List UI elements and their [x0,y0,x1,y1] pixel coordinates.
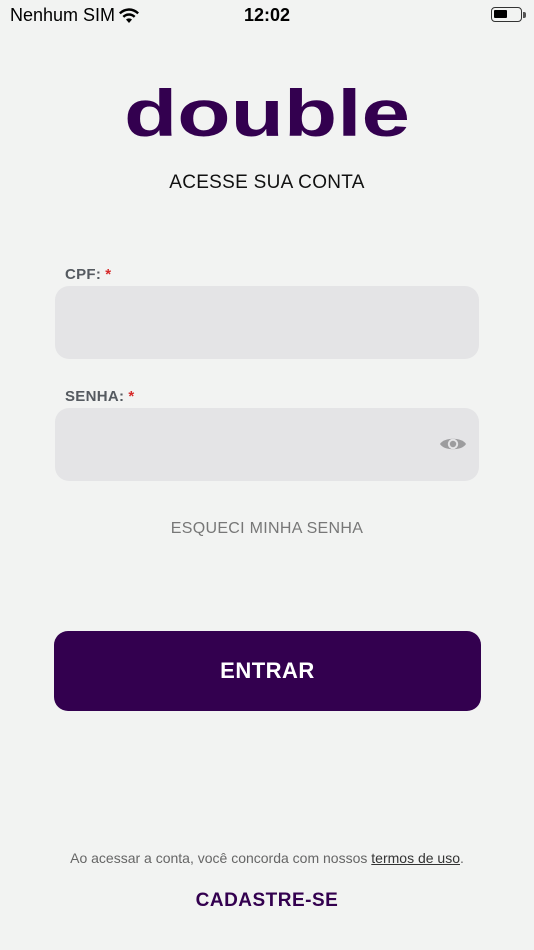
double-logo: double [124,88,410,144]
logo-text: double [124,88,410,144]
status-bar: Nenhum SIM 12:02 [0,0,534,32]
signup-link[interactable]: CADASTRE-SE [0,890,534,912]
required-mark: * [128,388,135,405]
cpf-label: CPF: * [65,266,111,283]
password-label: SENHA: * [65,388,134,405]
password-label-text: SENHA: [65,388,125,405]
page-title: ACESSE SUA CONTA [169,172,365,193]
terms-of-use-link[interactable]: termos de uso [371,850,460,866]
terms-prefix: Ao acessar a conta, você concorda com no… [70,850,368,866]
terms-notice: Ao acessar a conta, você concorda com no… [0,850,534,866]
cpf-input[interactable] [55,286,479,359]
enter-button[interactable]: ENTRAR [54,631,481,711]
terms-suffix: . [460,850,464,866]
required-mark: * [105,266,112,283]
forgot-password-link[interactable]: ESQUECI MINHA SENHA [0,520,534,538]
battery-level [494,10,507,18]
eye-icon[interactable] [438,431,468,457]
password-input[interactable] [55,408,479,481]
login-screen: Nenhum SIM 12:02 double ACESSE SUA CONTA… [0,0,534,950]
battery-cap [523,12,526,18]
cpf-label-text: CPF: [65,266,102,283]
clock: 12:02 [243,5,291,25]
battery-icon [491,7,522,22]
